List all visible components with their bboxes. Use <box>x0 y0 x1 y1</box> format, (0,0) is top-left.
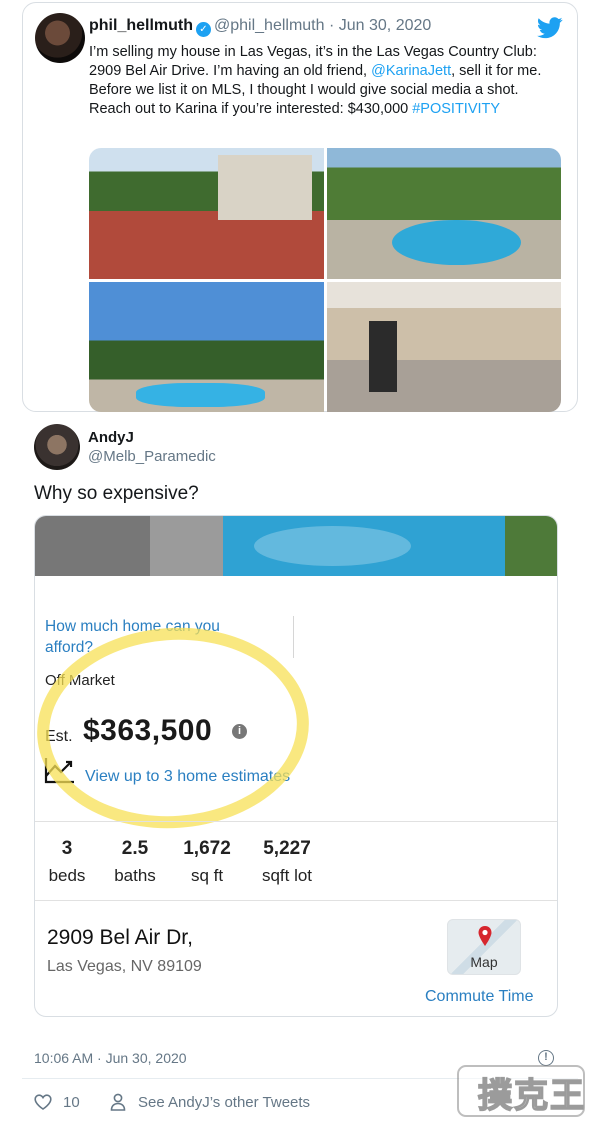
stat-label: beds <box>48 866 86 885</box>
twitter-bird-icon[interactable] <box>537 17 563 39</box>
like-count[interactable]: 10 <box>63 1094 80 1111</box>
stat-number: 2.5 <box>121 838 149 859</box>
vertical-divider <box>293 616 294 658</box>
positivity-hashtag-link[interactable]: #POSITIVITY <box>412 101 500 117</box>
reply-author-name[interactable]: AndyJ <box>88 429 134 446</box>
house-photo-grid <box>89 148 561 412</box>
stat-sqft: 1,672 sq ft <box>179 838 235 886</box>
stat-beds: 3 beds <box>45 838 89 886</box>
map-label: Map <box>470 954 498 970</box>
stat-lot: 5,227 sqft lot <box>255 838 319 886</box>
stat-label: baths <box>114 866 156 885</box>
stat-label: sqft lot <box>261 866 313 885</box>
address-line-1: 2909 Bel Air Dr, <box>47 926 193 949</box>
house-photo-backyard[interactable] <box>89 281 324 412</box>
andyj-avatar[interactable] <box>34 424 80 470</box>
phil-hellmuth-avatar[interactable] <box>35 13 85 63</box>
map-button[interactable]: Map <box>447 919 521 975</box>
stat-number: 3 <box>61 838 73 859</box>
quoted-tweet-date[interactable]: · Jun 30, 2020 <box>329 17 431 34</box>
heart-icon[interactable] <box>34 1094 52 1110</box>
listing-hero-photo <box>35 516 557 576</box>
stat-number: 1,672 <box>183 838 231 859</box>
quoted-tweet-text: I’m selling my house in Las Vegas, it’s … <box>89 43 559 119</box>
stat-baths: 2.5 baths <box>109 838 161 886</box>
stat-label: sq ft <box>190 866 224 885</box>
address-line-2: Las Vegas, NV 89109 <box>47 958 202 975</box>
quoted-author-handle[interactable]: @phil_hellmuth <box>214 17 325 34</box>
quoted-tweet-card[interactable]: phil_hellmuth ✓ @phil_hellmuth · Jun 30, 2… <box>22 2 578 412</box>
quoted-author-name[interactable]: phil_hellmuth <box>89 17 193 34</box>
reply-author-handle[interactable]: @Melb_Paramedic <box>88 448 216 465</box>
divider <box>35 900 557 901</box>
see-other-tweets-link[interactable]: See AndyJ’s other Tweets <box>138 1094 310 1111</box>
karina-jett-mention-link[interactable]: @KarinaJett <box>371 63 451 79</box>
divider <box>35 821 557 822</box>
watermark-text: 撲克王 <box>477 1076 586 1116</box>
house-photo-patio[interactable] <box>89 148 324 279</box>
reply-text: Why so expensive? <box>34 483 199 504</box>
quoted-tweet-header: phil_hellmuth ✓ @phil_hellmuth · Jun 30, 2… <box>89 17 431 37</box>
person-icon <box>110 1093 126 1111</box>
house-photo-kitchen[interactable] <box>326 281 561 412</box>
tweet-timestamp[interactable]: 10:06 AM · Jun 30, 2020 <box>34 1050 187 1066</box>
verified-badge-icon: ✓ <box>196 22 211 37</box>
map-pin-icon <box>478 926 492 946</box>
listing-screenshot-card[interactable]: How much home can you afford? Off Market… <box>34 515 558 1017</box>
stat-number: 5,227 <box>263 838 311 859</box>
commute-time-link[interactable]: Commute Time <box>425 988 533 1006</box>
house-photo-pool-golf[interactable] <box>326 148 561 279</box>
